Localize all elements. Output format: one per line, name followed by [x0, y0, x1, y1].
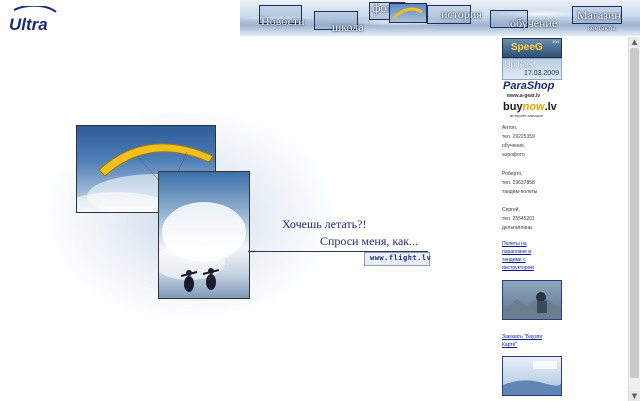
map-thumb[interactable]	[502, 356, 562, 396]
scroll-down-arrow-icon[interactable]: ▼	[629, 391, 640, 401]
nav-training[interactable]: обучение	[510, 16, 557, 31]
speedo-banner[interactable]: SpeeG 104	[502, 38, 562, 58]
updated-date: 17.03.2009	[523, 70, 559, 77]
updated-box: Updated 17.03.2009	[502, 58, 562, 80]
parashop-logo[interactable]: ParaShop	[503, 80, 554, 92]
nav-news[interactable]: Новости	[261, 14, 305, 29]
ultra-logo[interactable]: Ultra	[8, 6, 58, 34]
svg-text:Ultra: Ultra	[9, 15, 48, 34]
updated-label: Updated	[505, 60, 536, 69]
speedo-label: SpeeG	[511, 42, 543, 53]
nav-shop[interactable]: Магазин	[577, 8, 621, 23]
order-map-link[interactable]: Заказать "Баузпи Карте"	[502, 333, 562, 349]
parashop-url[interactable]: www.a-gear.lv	[507, 93, 540, 99]
nav-history[interactable]: история	[441, 7, 482, 22]
nav-contacts[interactable]: контакты	[588, 24, 616, 32]
scroll-up-arrow-icon[interactable]: ▲	[629, 37, 640, 47]
site-url-button[interactable]: www.flight.lv	[364, 252, 432, 266]
nav-box-glider[interactable]	[389, 3, 427, 23]
tagline-ask-me: Спроси меня, как...	[320, 234, 419, 248]
scroll-thumb[interactable]	[630, 48, 639, 378]
vertical-scrollbar[interactable]: ▲ ▼	[628, 37, 640, 401]
tagline-want-to-fly: Хочешь летать?!	[282, 217, 367, 231]
buynow-logo[interactable]: buynow.lv	[503, 101, 557, 113]
buynow-subtitle: интернет-магазин	[510, 113, 543, 118]
nav-school[interactable]: школа	[332, 20, 364, 35]
site-url-text: www.flight.lv	[370, 254, 432, 262]
contact-anton: Антон, тел. 29225359 обучение, аэрофото	[502, 125, 535, 158]
contact-sergey: Сергей, тел. 25545201 дельтапланы	[502, 207, 535, 231]
tandem-photo-thumb[interactable]	[502, 280, 562, 320]
tandem-flyers-photo	[158, 171, 250, 299]
contact-roberto: Роберто, тел. 29637858 тандем-полеты	[502, 171, 538, 195]
speedo-number: 104	[552, 39, 559, 44]
tandem-flight-link[interactable]: Полеты на параплане в тандеме с инструкт…	[502, 240, 562, 272]
